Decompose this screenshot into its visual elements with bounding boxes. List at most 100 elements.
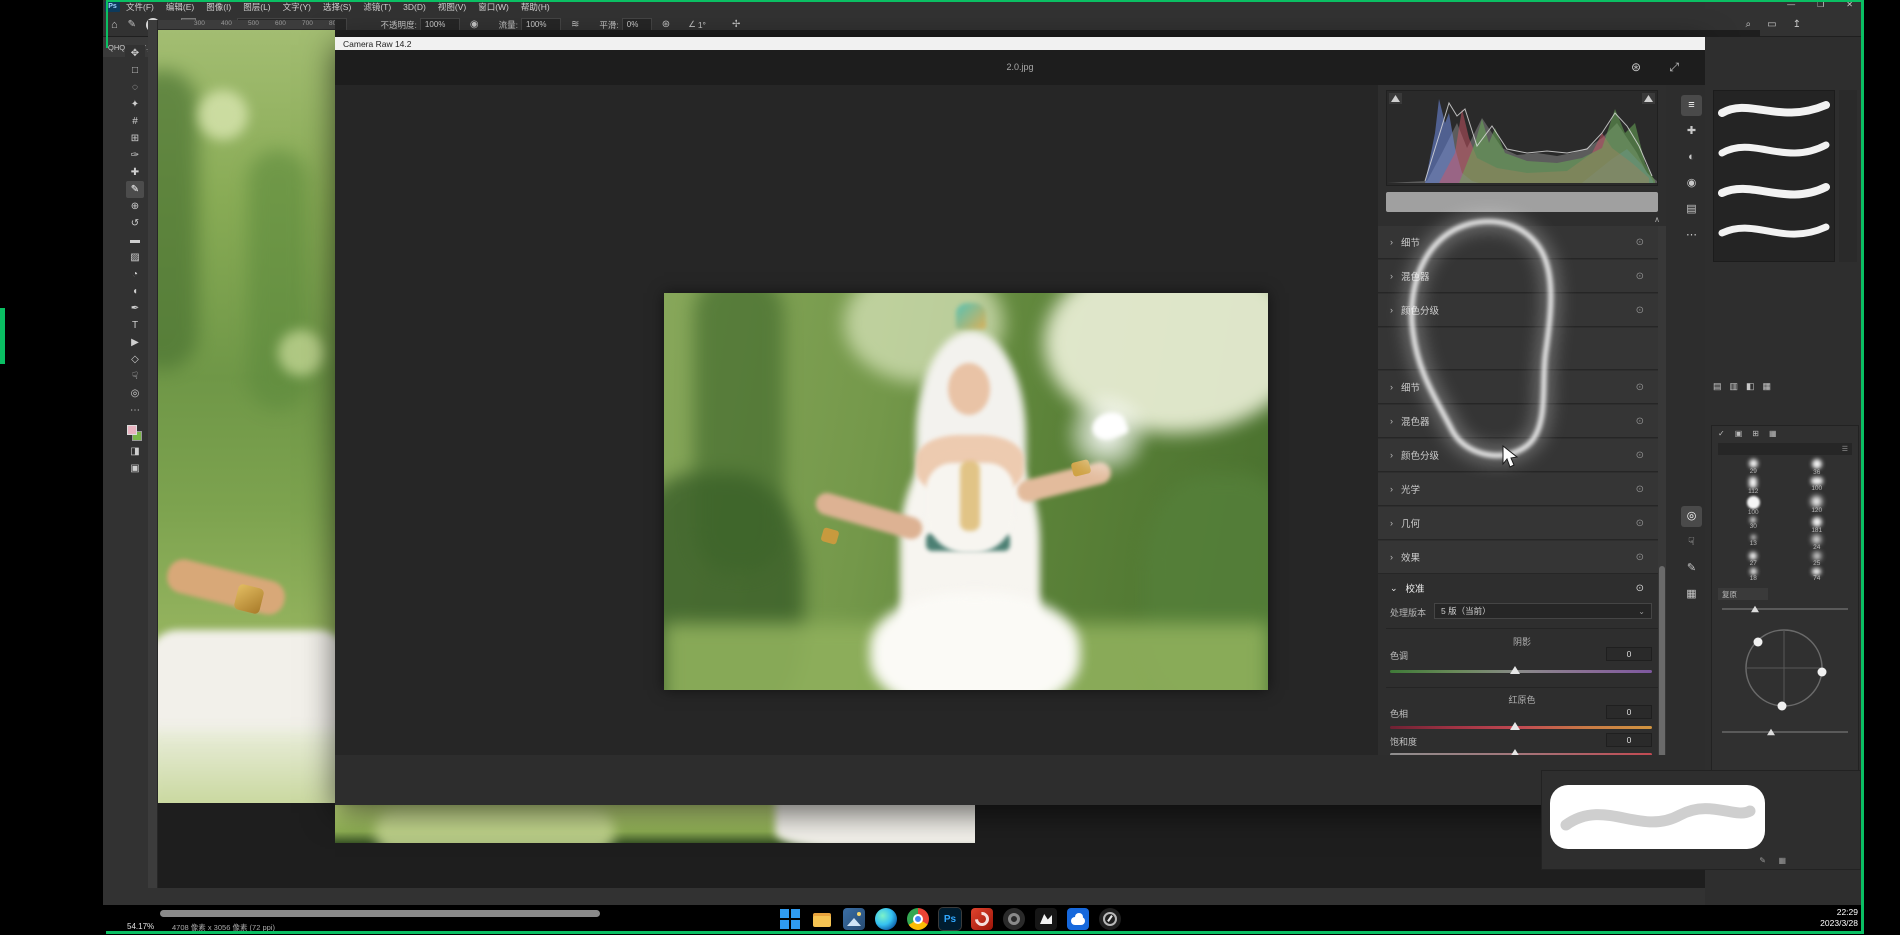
visibility-eye-icon[interactable]: ⊙ [1636, 484, 1644, 495]
history-brush-tool[interactable]: ↺ [126, 215, 144, 232]
red-eye-icon[interactable]: ◉ [1681, 173, 1702, 194]
hand-tool[interactable]: ☟ [126, 368, 144, 385]
tint-slider[interactable] [1390, 670, 1652, 673]
photoshop-app-icon[interactable]: Ps [939, 908, 961, 930]
section-detail-2[interactable]: › 细节 ⊙ [1378, 371, 1666, 404]
zoom-tool-icon[interactable]: ◎ [1681, 506, 1702, 527]
menu-item-window[interactable]: 窗口(W) [472, 1, 515, 13]
red-app-icon[interactable] [971, 908, 993, 930]
dodge-tool[interactable]: ◖ [126, 283, 144, 300]
brush-preset[interactable]: 29 [1722, 459, 1785, 476]
section-geometry[interactable]: › 几何 ⊙ [1378, 507, 1666, 540]
histogram[interactable] [1386, 90, 1658, 186]
visibility-eye-icon[interactable]: ⊙ [1636, 305, 1644, 316]
panel-tab-icon[interactable]: ▤ [1713, 381, 1722, 397]
marquee-tool[interactable]: □ [126, 62, 144, 79]
brush-preset[interactable]: 36 [1786, 459, 1849, 476]
settings-gear-icon[interactable]: ⊛ [1631, 60, 1641, 74]
snapshots-icon[interactable]: ▤ [1681, 199, 1702, 220]
section-color-grading[interactable]: › 颜色分级 ⊙ [1378, 294, 1666, 327]
hue-value[interactable]: 0 [1606, 705, 1652, 719]
lasso-tool[interactable]: ◌ [126, 79, 144, 96]
type-tool[interactable]: T [126, 317, 144, 334]
brush-preset[interactable]: 25 [1786, 552, 1849, 567]
new-icon[interactable]: ⊞ [1752, 429, 1759, 438]
menu-item-filter[interactable]: 滤镜(T) [357, 1, 397, 13]
saturation-value[interactable]: 0 [1606, 733, 1652, 747]
airbrush-icon[interactable]: ≋ [571, 19, 579, 30]
clip-app-icon[interactable] [1035, 908, 1057, 930]
panel-scrollbar[interactable] [1658, 226, 1666, 792]
document-canvas-left[interactable] [158, 30, 335, 803]
healing-icon[interactable]: ✚ [1681, 121, 1702, 142]
visibility-eye-icon[interactable]: ⊙ [1636, 237, 1644, 248]
taskbar-clock[interactable]: 22:29 2023/3/28 [1820, 907, 1858, 929]
eraser-tool[interactable]: ▬ [126, 232, 144, 249]
visibility-eye-icon[interactable]: ⊙ [1636, 450, 1644, 461]
screen-mode-icon[interactable]: ▣ [126, 460, 144, 477]
edge-browser-icon[interactable] [875, 908, 897, 930]
folder-icon[interactable]: ▣ [1735, 429, 1743, 438]
horizontal-scrollbar[interactable] [160, 910, 600, 917]
quick-mask-icon[interactable]: ◨ [126, 443, 144, 460]
camera-raw-title-bar[interactable]: Camera Raw 14.2 [335, 37, 1705, 50]
menu-item-help[interactable]: 帮助(H) [515, 1, 556, 13]
brush-tool-icon[interactable]: ✎ [128, 19, 136, 30]
brush-preset[interactable]: 24 [1786, 535, 1849, 551]
section-color-mixer[interactable]: › 混色器 ⊙ [1378, 260, 1666, 293]
tint-value[interactable]: 0 [1606, 647, 1652, 661]
hue-slider-thumb[interactable] [1510, 722, 1520, 730]
photos-app-icon[interactable] [843, 908, 865, 930]
brush-angle-value[interactable]: 1° [698, 20, 706, 30]
pressure-opacity-icon[interactable]: ◉ [470, 19, 479, 30]
brush-preset[interactable]: 13 [1722, 535, 1785, 551]
visibility-eye-icon[interactable]: ⊙ [1636, 552, 1644, 563]
move-tool[interactable]: ✥ [126, 45, 144, 62]
brush-size-slider[interactable] [1722, 608, 1848, 610]
menu-item-file[interactable]: 文件(F) [120, 1, 160, 13]
panel-tab-icon[interactable]: ▥ [1730, 381, 1739, 397]
trash-icon[interactable]: ▦ [1769, 429, 1777, 438]
edit-icon[interactable]: ≡ [1681, 95, 1702, 116]
gradient-tool[interactable]: ▨ [126, 249, 144, 266]
brush-angle-control[interactable] [1734, 620, 1834, 716]
symmetry-icon[interactable]: ✢ [732, 19, 740, 30]
sampler-tool-icon[interactable]: ✎ [1681, 558, 1702, 579]
search-icon[interactable]: ⌕ [1746, 19, 1752, 30]
brush-preset[interactable]: 100 [1786, 477, 1849, 495]
screen-edge-tab[interactable] [0, 308, 5, 364]
menu-item-edit[interactable]: 编辑(E) [160, 1, 200, 13]
frame-tool[interactable]: ⊞ [126, 130, 144, 147]
menu-item-view[interactable]: 视图(V) [432, 1, 472, 13]
pen-tool[interactable]: ✒ [126, 300, 144, 317]
camera-app-icon[interactable] [1003, 908, 1025, 930]
path-selection-tool[interactable]: ▶ [126, 334, 144, 351]
brush-spacing-slider[interactable] [1722, 731, 1848, 733]
blur-tool[interactable]: ◔ [126, 266, 144, 283]
scroll-up-icon[interactable]: ∧ [1654, 215, 1660, 224]
menu-item-type[interactable]: 文字(Y) [277, 1, 317, 13]
visibility-eye-icon[interactable]: ⊙ [1636, 271, 1644, 282]
visibility-eye-icon[interactable]: ⊙ [1636, 583, 1644, 594]
share-icon[interactable]: ↥ [1793, 19, 1801, 30]
brush-preset[interactable]: 30 [1722, 517, 1785, 534]
visibility-eye-icon[interactable]: ⊙ [1636, 518, 1644, 529]
section-detail[interactable]: › 细节 ⊙ [1378, 226, 1666, 259]
pen-pressure-icon[interactable]: ✎ [1759, 856, 1766, 865]
brush-preset[interactable]: 27 [1722, 552, 1785, 567]
brush-tool[interactable]: ✎ [126, 181, 144, 198]
start-button[interactable] [779, 908, 801, 930]
chrome-browser-icon[interactable] [907, 908, 929, 930]
panel-tab-icon[interactable]: ▦ [1763, 381, 1772, 397]
hand-tool-icon[interactable]: ☟ [1681, 532, 1702, 553]
menu-item-3d[interactable]: 3D(D) [397, 2, 432, 12]
more-options-icon[interactable]: ⋯ [1681, 225, 1702, 246]
fullscreen-icon[interactable]: ⤢ [1669, 60, 1679, 75]
section-optics[interactable]: › 光学 ⊙ [1378, 473, 1666, 506]
zoom-tool[interactable]: ◎ [126, 385, 144, 402]
section-calibration[interactable]: ⌄ 校准 ⊙ [1378, 575, 1666, 601]
brush-preset[interactable]: 74 [1786, 568, 1849, 582]
shape-tool[interactable]: ◇ [126, 351, 144, 368]
hue-slider[interactable] [1390, 726, 1652, 729]
healing-brush-tool[interactable]: ✚ [126, 164, 144, 181]
